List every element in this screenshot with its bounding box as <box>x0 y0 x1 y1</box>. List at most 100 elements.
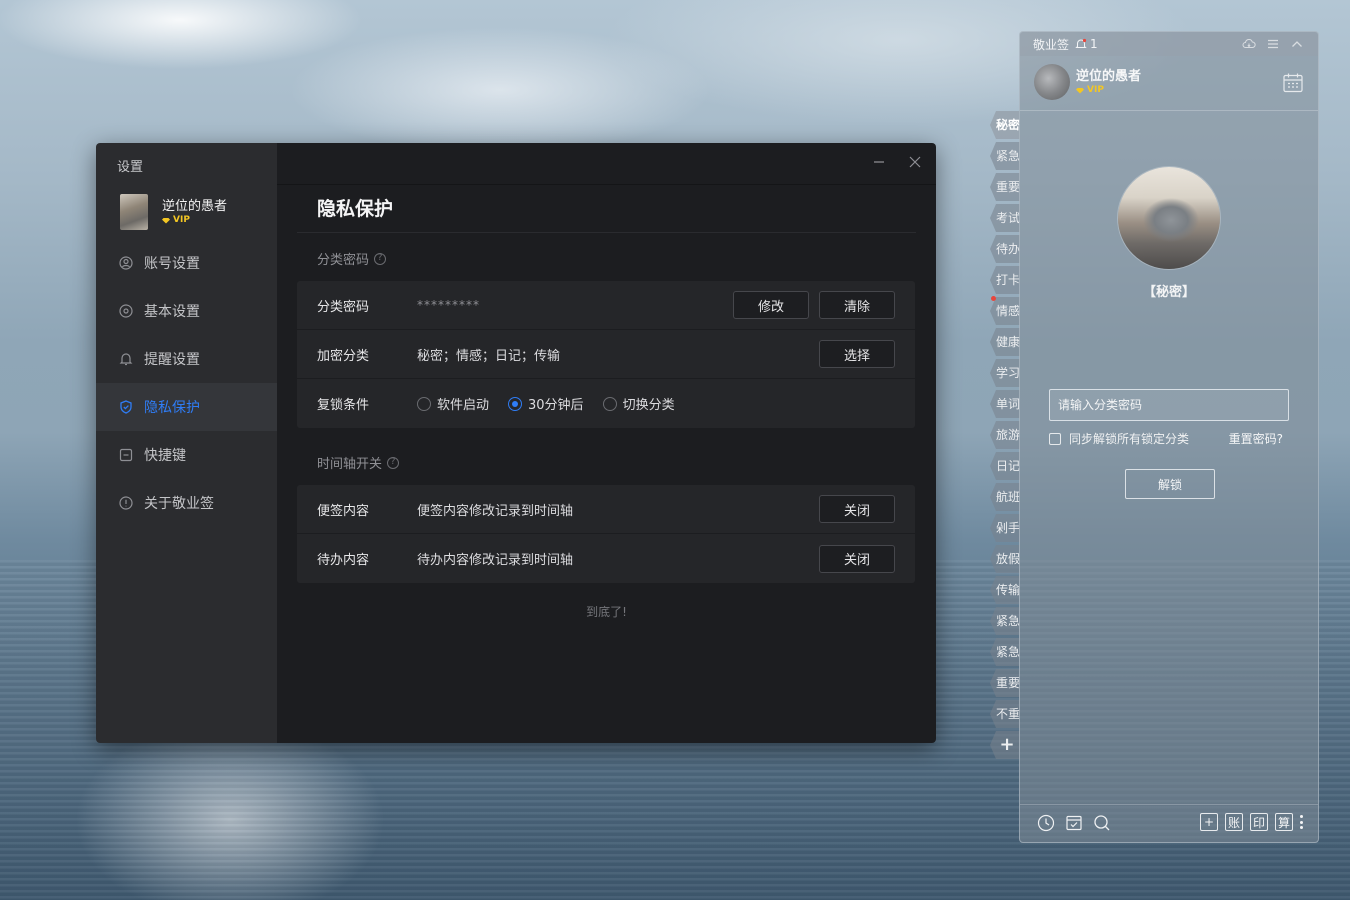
relock-condition-row: 复锁条件 软件启动 30分钟后 切换分类 <box>297 379 915 428</box>
add-note-button[interactable]: + <box>1200 813 1218 831</box>
locked-category-label: 【秘密】 <box>1142 285 1195 300</box>
add-category-button[interactable]: + <box>990 731 1020 759</box>
radio-label: 软件启动 <box>437 398 490 413</box>
settings-window-title: 设置 <box>117 160 144 175</box>
radio-30-minutes[interactable]: 30分钟后 <box>508 394 584 413</box>
avatar <box>1034 64 1070 100</box>
category-tab[interactable]: 日记 <box>990 452 1020 480</box>
window-controls <box>872 155 922 169</box>
row-label: 复锁条件 <box>317 398 370 413</box>
edit-password-button[interactable]: 修改 <box>733 291 809 319</box>
category-tab[interactable]: 单词 <box>990 390 1020 418</box>
row-label: 待办内容 <box>317 553 370 568</box>
sidebar-item-reminder[interactable]: 提醒设置 <box>96 335 277 383</box>
category-tab[interactable]: 情感 <box>990 297 1020 325</box>
calculator-button[interactable]: 算 <box>1275 813 1293 831</box>
bell-icon <box>119 352 133 366</box>
shield-icon <box>119 400 133 414</box>
category-tab[interactable]: 放假 <box>990 545 1020 573</box>
select-categories-button[interactable]: 选择 <box>819 340 895 368</box>
timeline-card: 便签内容 便签内容修改记录到时间轴 关闭 待办内容 待办内容修改记录到时间轴 关… <box>297 485 915 583</box>
timeline-note-toggle-button[interactable]: 关闭 <box>819 495 895 523</box>
category-password-input[interactable] <box>1049 389 1289 421</box>
sidebar-item-about[interactable]: 关于敬业签 <box>96 479 277 527</box>
bell-icon[interactable] <box>1075 38 1087 50</box>
menu-icon[interactable] <box>1266 37 1280 51</box>
settings-window: 设置 逆位的愚者 VIP 账号设置 基本设置 提醒设置 隐私保护 快捷键 关于敬… <box>96 143 936 743</box>
category-tab[interactable]: 学习 <box>990 359 1020 387</box>
search-icon[interactable] <box>1093 814 1111 832</box>
category-tab[interactable]: 打卡 <box>990 266 1020 294</box>
divider <box>297 232 916 233</box>
sync-unlock-checkbox[interactable] <box>1049 432 1061 445</box>
encrypted-categories-row: 加密分类 秘密；情感；日记；传输 选择 <box>297 330 915 379</box>
row-label: 加密分类 <box>317 348 370 364</box>
encrypted-categories-value: 秘密；情感；日记；传输 <box>417 348 561 364</box>
category-tab[interactable]: 重要 <box>990 173 1020 201</box>
clock-icon[interactable] <box>1037 814 1055 832</box>
todo-icon[interactable] <box>1065 814 1083 832</box>
radio-dot <box>602 396 617 411</box>
row-label: 分类密码 <box>317 299 370 315</box>
note-titlebar[interactable]: 敬业签 1 <box>1020 32 1318 56</box>
help-icon[interactable]: ? <box>374 252 387 265</box>
category-tab[interactable]: 考试 <box>990 204 1020 232</box>
relock-radio-group: 软件启动 30分钟后 切换分类 <box>417 394 915 413</box>
reset-password-link[interactable]: 重置密码? <box>1229 430 1283 447</box>
vip-badge: VIP <box>162 215 227 226</box>
note-profile[interactable]: 逆位的愚者 VIP <box>1034 64 1141 100</box>
category-tab[interactable]: 传输 <box>990 576 1020 604</box>
diamond-icon <box>1076 87 1084 94</box>
section-label-text: 分类密码 <box>317 253 370 268</box>
sync-unlock-option[interactable]: 同步解锁所有锁定分类 <box>1049 430 1189 447</box>
category-tab[interactable]: 健康 <box>990 328 1020 356</box>
radio-software-start[interactable]: 软件启动 <box>417 394 489 413</box>
notification-count: 1 <box>1090 37 1098 51</box>
category-tab[interactable]: 待办 <box>990 235 1020 263</box>
sidebar-item-privacy[interactable]: 隐私保护 <box>96 383 277 431</box>
category-tab[interactable]: 剁手 <box>990 514 1020 542</box>
category-tab[interactable]: 航班 <box>990 483 1020 511</box>
sidebar-item-shortcuts[interactable]: 快捷键 <box>96 431 277 479</box>
category-tab[interactable]: 重要 <box>990 669 1020 697</box>
close-icon[interactable] <box>908 155 922 169</box>
more-options-icon[interactable] <box>1300 813 1304 831</box>
radio-dot <box>508 396 523 411</box>
sidebar-item-label: 提醒设置 <box>144 352 200 368</box>
divider <box>1020 804 1318 805</box>
sidebar-item-label: 关于敬业签 <box>144 496 214 512</box>
radio-switch-category[interactable]: 切换分类 <box>602 394 675 413</box>
note-footer-tools <box>1037 814 1111 832</box>
avatar <box>120 194 148 230</box>
keyboard-icon <box>119 448 133 462</box>
password-row: 分类密码 ********* 修改 清除 <box>297 281 915 330</box>
collapse-icon[interactable] <box>1290 37 1304 51</box>
radio-label: 切换分类 <box>622 398 675 413</box>
divider <box>277 184 936 185</box>
help-icon[interactable]: ? <box>387 456 400 469</box>
unlock-button[interactable]: 解锁 <box>1125 469 1215 499</box>
locked-category-image <box>1118 167 1220 269</box>
print-button[interactable]: 印 <box>1250 813 1268 831</box>
timeline-todo-toggle-button[interactable]: 关闭 <box>819 544 895 573</box>
category-tab[interactable]: 紧急 <box>990 607 1020 635</box>
sidebar-item-basic[interactable]: 基本设置 <box>96 287 277 335</box>
settings-nav: 账号设置 基本设置 提醒设置 隐私保护 快捷键 关于敬业签 <box>96 239 277 527</box>
category-tab[interactable]: 旅游 <box>990 421 1020 449</box>
category-tab[interactable]: 不重 <box>990 700 1020 728</box>
sidebar-profile[interactable]: 逆位的愚者 VIP <box>120 194 227 230</box>
password-value: ********* <box>417 298 480 312</box>
category-tab[interactable]: 秘密 <box>990 111 1020 139</box>
category-tab[interactable]: 紧急 <box>990 142 1020 170</box>
calendar-icon[interactable] <box>1282 72 1304 94</box>
cloud-sync-icon[interactable] <box>1242 37 1256 51</box>
sidebar-item-account[interactable]: 账号设置 <box>96 239 277 287</box>
divider <box>1020 110 1318 111</box>
end-of-list-text: 到底了! <box>586 605 627 619</box>
clear-password-button[interactable]: 清除 <box>819 291 895 319</box>
category-tab[interactable]: 紧急 <box>990 638 1020 666</box>
ledger-button[interactable]: 账 <box>1225 813 1243 831</box>
minimize-icon[interactable] <box>872 155 886 169</box>
vip-badge: VIP <box>1076 85 1141 96</box>
diamond-icon <box>162 217 170 224</box>
